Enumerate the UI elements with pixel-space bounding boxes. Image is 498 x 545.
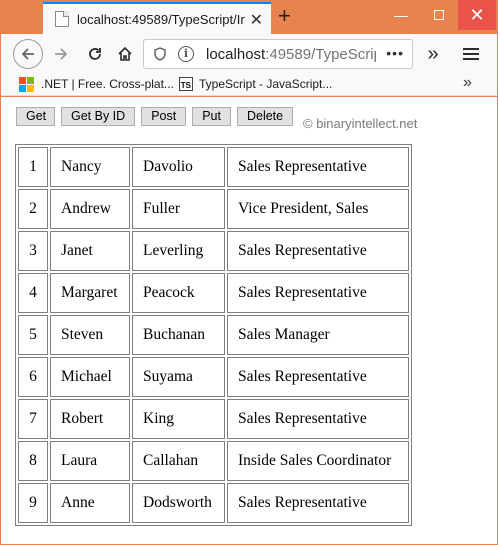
table-row: 5 Steven Buchanan Sales Manager: [18, 315, 409, 355]
table-row: 7 Robert King Sales Representative: [18, 399, 409, 439]
employee-id-cell: 3: [18, 231, 48, 271]
job-title-cell: Vice President, Sales: [227, 189, 409, 229]
table-row: 8 Laura Callahan Inside Sales Coordinator: [18, 441, 409, 481]
window-close-button[interactable]: ✕: [458, 0, 496, 30]
job-title-cell: Sales Representative: [227, 231, 409, 271]
employees-table: 1 Nancy Davolio Sales Representative 2 Andrew…: [15, 144, 412, 526]
url-text[interactable]: localhost:49589/TypeScript/: [206, 46, 376, 63]
home-button[interactable]: [111, 40, 139, 68]
maximize-icon: [434, 10, 444, 20]
job-title-cell: Sales Representative: [227, 357, 409, 397]
delete-button[interactable]: Delete: [236, 107, 294, 126]
job-title-cell: Sales Representative: [227, 147, 409, 187]
reload-button[interactable]: [81, 40, 109, 68]
new-tab-button[interactable]: +: [278, 3, 291, 29]
microsoft-logo-icon: [19, 77, 34, 92]
back-arrow-icon: [21, 48, 34, 60]
first-name-cell: Robert: [50, 399, 130, 439]
last-name-cell: Fuller: [132, 189, 225, 229]
bookmark-label: .NET | Free. Cross-plat...: [41, 77, 174, 91]
home-icon: [118, 46, 132, 61]
title-bar: localhost:49589/TypeScript/Inte ✕ + — ✕: [0, 0, 498, 34]
employee-id-cell: 6: [18, 357, 48, 397]
forward-button[interactable]: [47, 40, 75, 68]
hamburger-menu-icon: [463, 48, 479, 60]
first-name-cell: Michael: [50, 357, 130, 397]
typescript-logo-icon: TS: [179, 77, 193, 91]
bookmark-label: TypeScript - JavaScript...: [199, 77, 333, 91]
last-name-cell: Leverling: [132, 231, 225, 271]
job-title-cell: Sales Manager: [227, 315, 409, 355]
maximize-button[interactable]: [420, 0, 458, 30]
minimize-button[interactable]: —: [382, 0, 420, 30]
url-path: :49589/TypeScript/: [265, 45, 376, 63]
last-name-cell: Davolio: [132, 147, 225, 187]
bookmark-typescript[interactable]: TS TypeScript - JavaScript...: [179, 77, 332, 91]
browser-tab[interactable]: localhost:49589/TypeScript/Inte ✕: [43, 2, 271, 34]
site-info-icon[interactable]: i: [178, 46, 194, 62]
forward-arrow-icon: [55, 48, 68, 60]
url-host: localhost: [206, 45, 266, 63]
first-name-cell: Laura: [50, 441, 130, 481]
first-name-cell: Nancy: [50, 147, 130, 187]
last-name-cell: Dodsworth: [132, 483, 225, 523]
employee-id-cell: 4: [18, 273, 48, 313]
action-buttons: Get Get By ID Post Put Delete: [16, 107, 299, 126]
get-button[interactable]: Get: [16, 107, 55, 126]
bookmarks-bar: .NET | Free. Cross-plat... TS TypeScript…: [1, 74, 497, 96]
page-actions-button[interactable]: •••: [386, 45, 404, 61]
first-name-cell: Steven: [50, 315, 130, 355]
toolbar-overflow-button[interactable]: »: [419, 40, 447, 68]
first-name-cell: Andrew: [50, 189, 130, 229]
employee-id-cell: 7: [18, 399, 48, 439]
table-row: 4 Margaret Peacock Sales Representative: [18, 273, 409, 313]
table-row: 1 Nancy Davolio Sales Representative: [18, 147, 409, 187]
employee-id-cell: 1: [18, 147, 48, 187]
table-row: 9 Anne Dodsworth Sales Representative: [18, 483, 409, 523]
tab-close-icon[interactable]: ✕: [250, 10, 263, 30]
job-title-cell: Sales Representative: [227, 273, 409, 313]
job-title-cell: Sales Representative: [227, 399, 409, 439]
reload-icon: [89, 48, 101, 60]
tab-title: localhost:49589/TypeScript/Inte: [77, 11, 245, 27]
navigation-toolbar: i localhost:49589/TypeScript/ ••• »: [1, 34, 497, 74]
employee-id-cell: 2: [18, 189, 48, 229]
first-name-cell: Anne: [50, 483, 130, 523]
last-name-cell: King: [132, 399, 225, 439]
put-button[interactable]: Put: [192, 107, 231, 126]
bookmarks-overflow-button[interactable]: »: [463, 74, 472, 92]
last-name-cell: Peacock: [132, 273, 225, 313]
app-menu-button[interactable]: [457, 40, 485, 68]
job-title-cell: Sales Representative: [227, 483, 409, 523]
last-name-cell: Suyama: [132, 357, 225, 397]
employee-id-cell: 9: [18, 483, 48, 523]
table-row: 2 Andrew Fuller Vice President, Sales: [18, 189, 409, 229]
first-name-cell: Janet: [50, 231, 130, 271]
page-favicon-icon: [55, 11, 69, 27]
first-name-cell: Margaret: [50, 273, 130, 313]
last-name-cell: Buchanan: [132, 315, 225, 355]
table-row: 3 Janet Leverling Sales Representative: [18, 231, 409, 271]
back-button[interactable]: [13, 39, 43, 69]
job-title-cell: Inside Sales Coordinator: [227, 441, 409, 481]
tracking-shield-icon[interactable]: [152, 45, 168, 63]
get-by-id-button[interactable]: Get By ID: [61, 107, 136, 126]
post-button[interactable]: Post: [141, 107, 187, 126]
employee-id-cell: 5: [18, 315, 48, 355]
employee-id-cell: 8: [18, 441, 48, 481]
copyright-text: © binaryintellect.net: [303, 116, 418, 131]
last-name-cell: Callahan: [132, 441, 225, 481]
page-content: Get Get By ID Post Put Delete © binaryin…: [1, 97, 497, 544]
table-row: 6 Michael Suyama Sales Representative: [18, 357, 409, 397]
address-bar[interactable]: i localhost:49589/TypeScript/ •••: [143, 39, 413, 69]
bookmark-dotnet[interactable]: .NET | Free. Cross-plat...: [19, 77, 174, 92]
